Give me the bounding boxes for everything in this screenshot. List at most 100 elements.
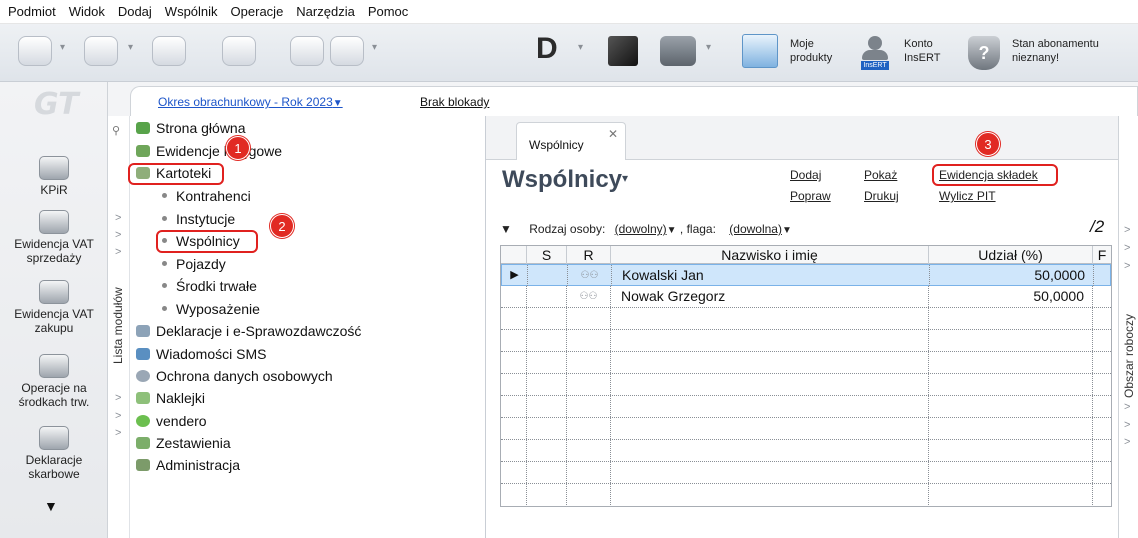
receive-icon[interactable] — [84, 36, 118, 66]
user-account-icon[interactable]: InsERT — [858, 34, 892, 70]
tree-zestawienia[interactable]: Zestawienia — [136, 435, 231, 451]
tree-srodki-trwale[interactable]: Środki trwałe — [162, 278, 257, 294]
chevron-right-icon: > — [115, 410, 122, 422]
table-row[interactable]: ⚇⚇ Nowak Grzegorz 50,0000 — [501, 286, 1111, 308]
send-icon[interactable] — [18, 36, 52, 66]
subscription-status-label[interactable]: Stan abonamentu nieznany! — [1012, 37, 1099, 65]
col-s[interactable]: S — [527, 246, 567, 264]
tree-strona-glowna[interactable]: Strona główna — [136, 120, 246, 136]
empty-row — [501, 440, 1111, 462]
dodaj-link[interactable]: Dodaj — [790, 168, 821, 182]
module-deklaracje[interactable]: Deklaracje skarbowe — [0, 426, 108, 481]
chevron-right-icon: > — [115, 212, 122, 224]
vendero-icon — [136, 415, 150, 427]
partner-share: 50,0000 — [929, 286, 1093, 307]
cube-icon[interactable] — [608, 36, 638, 66]
tab-wspolnicy[interactable]: Wspólnicy ✕ — [516, 122, 626, 161]
tree-deklaracje[interactable]: Deklaracje i e-Sprawozdawczość — [136, 323, 361, 339]
home-icon — [136, 122, 150, 134]
annotation-box-ewidencja — [932, 164, 1058, 186]
module-srodki-trwale[interactable]: Operacje na środkach trw. — [0, 354, 108, 409]
row-pointer-icon: ▶ — [502, 265, 528, 286]
tree-wyposazenie[interactable]: Wyposażenie — [162, 301, 260, 317]
sticker-icon — [136, 392, 150, 404]
annotation-box-wspolnicy — [156, 230, 258, 253]
d-icon[interactable]: D — [536, 32, 558, 66]
empty-row — [501, 418, 1111, 440]
chevron-right-icon: > — [1124, 224, 1131, 236]
module-vat-sprzedazy[interactable]: Ewidencja VAT sprzedaży — [0, 210, 108, 265]
chart-icon — [136, 437, 150, 449]
obszar-roboczy-label: Obszar roboczy — [1122, 313, 1136, 398]
annotation-badge-1: 1 — [226, 136, 250, 160]
tree-naklejki[interactable]: Naklejki — [136, 390, 205, 406]
menu-operacje[interactable]: Operacje — [231, 4, 284, 19]
document-icon[interactable] — [152, 36, 186, 66]
record-counter: /2 — [1090, 217, 1105, 236]
pokaz-link[interactable]: Pokaż — [864, 168, 897, 182]
col-f[interactable]: F — [1093, 246, 1111, 264]
chevron-right-icon: > — [1124, 242, 1131, 254]
tree-vendero[interactable]: vendero — [136, 413, 207, 429]
chevron-down-icon[interactable]: ▾ — [578, 42, 583, 53]
col-udzial[interactable]: Udział (%) — [929, 246, 1093, 264]
scroll-down-icon[interactable]: ▼ — [44, 498, 58, 514]
cloud-icon[interactable] — [660, 36, 696, 66]
page-title[interactable]: Wspólnicy▾ — [502, 166, 628, 194]
menu-narzedzia[interactable]: Narzędzia — [296, 4, 355, 19]
info-row: Okres obrachunkowy - Rok 2023▼ Brak blok… — [108, 82, 1138, 116]
tree-ochrona-danych[interactable]: Ochrona danych osobowych — [136, 368, 333, 384]
chevron-down-icon[interactable]: ▾ — [128, 42, 133, 53]
persons-icon: ⚇⚇ — [567, 286, 611, 307]
tree-pojazdy[interactable]: Pojazdy — [162, 256, 226, 272]
module-list-bar[interactable]: ⚲ > > > Lista modułów > > > — [108, 116, 130, 538]
chevron-down-icon[interactable]: ▾ — [706, 42, 711, 53]
chevron-right-icon: > — [115, 427, 122, 439]
workspace-content: Wspólnicy▾ Dodaj Popraw Pokaż Drukuj Ewi… — [486, 132, 1118, 538]
pin-icon[interactable]: ⚲ — [112, 124, 120, 137]
rodzaj-osoby-select[interactable]: (dowolny) — [615, 222, 667, 236]
chevron-down-icon[interactable]: ▾ — [372, 42, 377, 53]
module-vat-zakupu[interactable]: Ewidencja VAT zakupu — [0, 280, 108, 335]
flaga-select[interactable]: (dowolna) — [729, 222, 782, 236]
workspace-side-panel[interactable]: > > > Obszar roboczy > > > — [1118, 116, 1138, 538]
wylicz-pit-link[interactable]: Wylicz PIT — [939, 189, 996, 203]
chevron-right-icon: > — [1124, 401, 1131, 413]
collapse-filter-icon[interactable]: ▼ — [500, 222, 512, 236]
menu-widok[interactable]: Widok — [69, 4, 105, 19]
menu-wspolnik[interactable]: Wspólnik — [165, 4, 218, 19]
tree-instytucje[interactable]: Instytucje — [162, 211, 235, 227]
menu-pomoc[interactable]: Pomoc — [368, 4, 408, 19]
col-nazwisko-imie[interactable]: Nazwisko i imię — [611, 246, 929, 264]
products-icon[interactable] — [742, 34, 778, 68]
empty-row — [501, 396, 1111, 418]
eraser-icon[interactable] — [222, 36, 256, 66]
annotation-badge-2: 2 — [270, 214, 294, 238]
drukuj-link[interactable]: Drukuj — [864, 189, 899, 203]
tree-kontrahenci[interactable]: Kontrahenci — [162, 188, 251, 204]
tree-sms[interactable]: Wiadomości SMS — [136, 346, 266, 362]
partner-share: 50,0000 — [930, 265, 1094, 286]
tree-ewidencje-ksiegowe[interactable]: Ewidencje księgowe — [136, 143, 282, 159]
tab-label: Wspólnicy — [529, 138, 584, 152]
tools-icon[interactable] — [290, 36, 324, 66]
chevron-right-icon: > — [1124, 260, 1131, 272]
popraw-link[interactable]: Popraw — [790, 189, 831, 203]
col-r[interactable]: R — [567, 246, 611, 264]
menu-podmiot[interactable]: Podmiot — [8, 4, 56, 19]
chevron-down-icon[interactable]: ▾ — [60, 42, 65, 53]
moje-produkty-label[interactable]: Moje produkty — [790, 37, 832, 65]
close-icon[interactable]: ✕ — [608, 127, 618, 141]
coins-icon — [39, 280, 69, 304]
tree-administracja[interactable]: Administracja — [136, 457, 240, 473]
konto-insert-label[interactable]: Konto InsERT — [904, 37, 940, 65]
module-kpir[interactable]: KPiR — [0, 156, 108, 197]
shield-question-icon[interactable]: ? — [968, 36, 1000, 70]
ledger-icon — [136, 145, 150, 157]
help-icon[interactable] — [330, 36, 364, 66]
brak-blokady-link[interactable]: Brak blokady — [420, 95, 489, 109]
chevron-right-icon: > — [115, 246, 122, 258]
table-row[interactable]: ▶ ⚇⚇ Kowalski Jan 50,0000 — [501, 264, 1111, 286]
okres-obrachunkowy-link[interactable]: Okres obrachunkowy - Rok 2023▼ — [158, 95, 343, 109]
menu-dodaj[interactable]: Dodaj — [118, 4, 152, 19]
